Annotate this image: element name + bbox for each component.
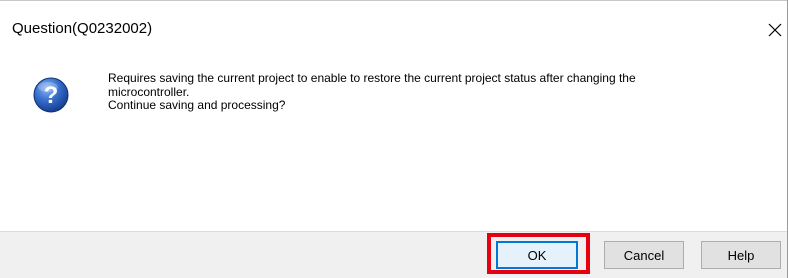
ok-button[interactable]: OK xyxy=(496,241,578,269)
cancel-button[interactable]: Cancel xyxy=(604,241,684,269)
button-bar: OK Cancel Help xyxy=(0,231,787,278)
dialog-content: ? Requires saving the current project to… xyxy=(0,57,787,231)
title-bar[interactable]: Question(Q0232002) xyxy=(0,1,787,57)
message-line: Continue saving and processing? xyxy=(108,98,286,112)
help-button[interactable]: Help xyxy=(701,241,781,269)
message-line: microcontroller. xyxy=(108,84,190,99)
message-line: Requires saving the current project to e… xyxy=(108,71,636,85)
message-text: Requires saving the current project to e… xyxy=(108,71,758,113)
close-icon xyxy=(768,23,782,37)
close-button[interactable] xyxy=(762,13,788,47)
question-icon: ? xyxy=(33,77,69,113)
dialog-title: Question(Q0232002) xyxy=(12,20,153,37)
question-icon-glyph: ? xyxy=(44,82,59,109)
question-dialog: Question(Q0232002) ? Requires saving the… xyxy=(0,0,788,278)
